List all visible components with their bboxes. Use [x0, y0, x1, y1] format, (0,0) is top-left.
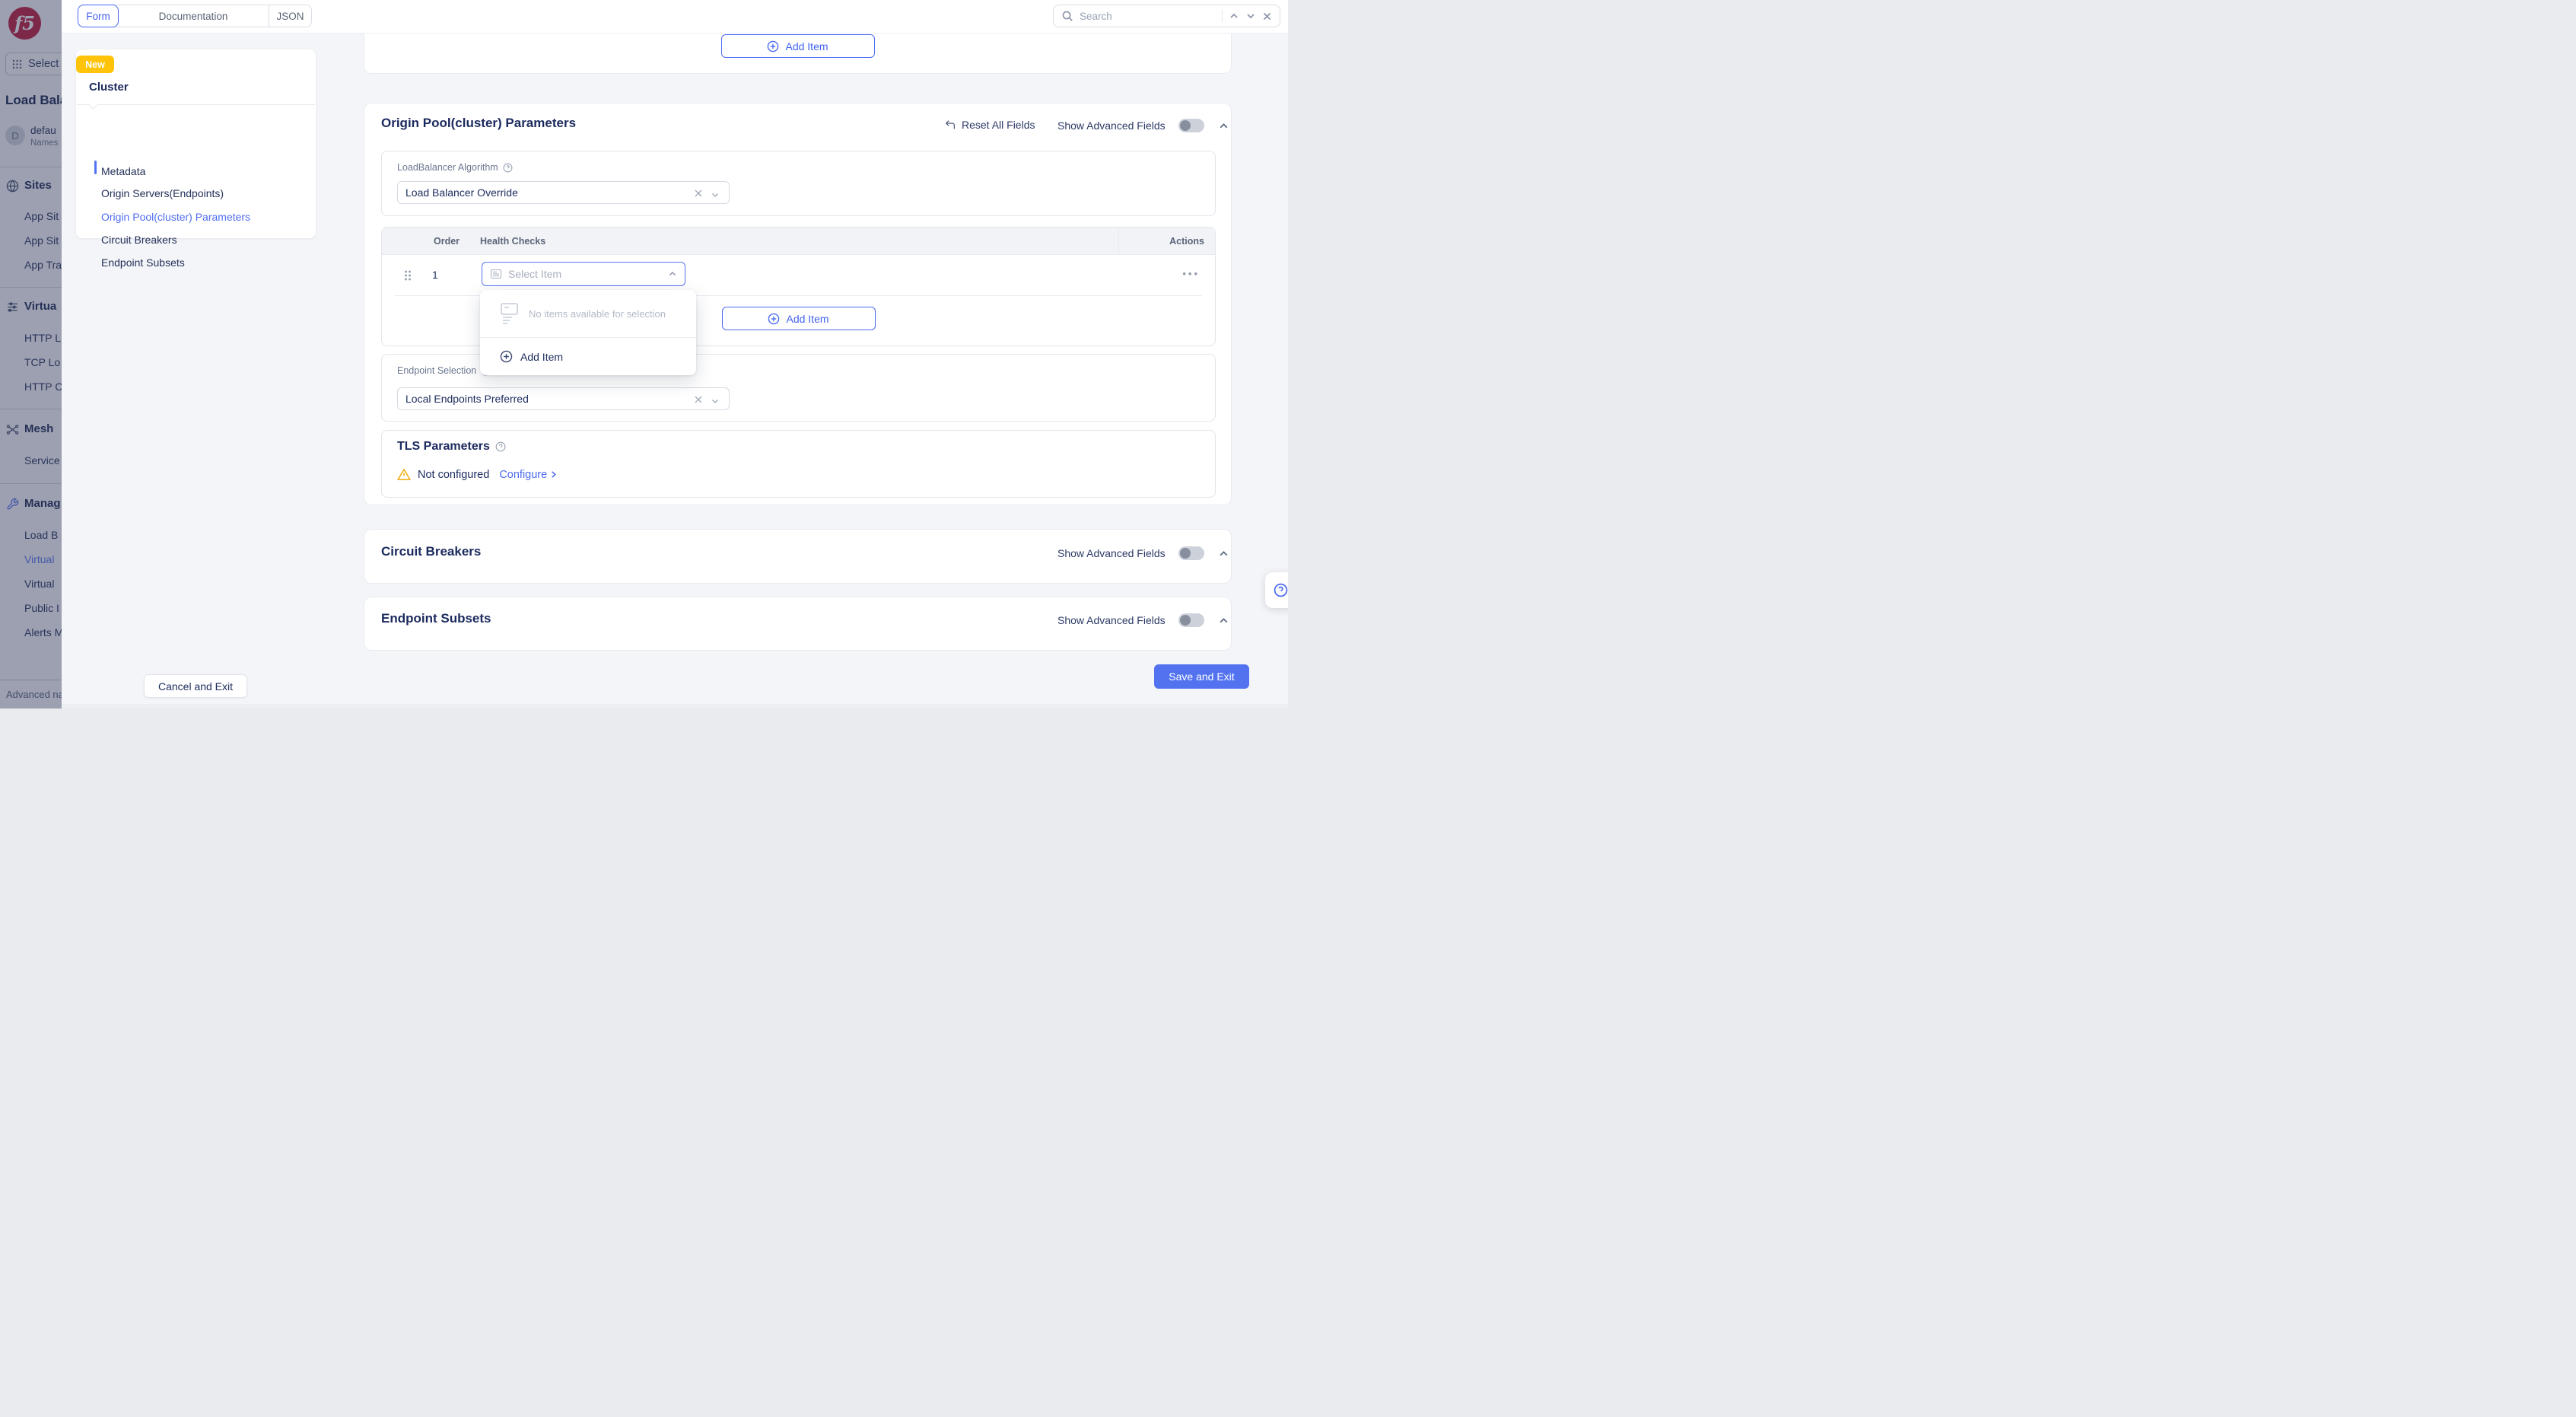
- show-advanced-label: Show Advanced Fields: [1057, 614, 1166, 626]
- tls-parameters-panel: TLS Parameters Not configured Configure: [381, 430, 1216, 498]
- show-advanced-label: Show Advanced Fields: [1057, 119, 1166, 132]
- table-header: Order Health Checks Actions: [382, 228, 1215, 255]
- dropdown-add-item[interactable]: Add Item: [480, 338, 696, 375]
- lb-algorithm-select[interactable]: Load Balancer Override: [397, 181, 730, 204]
- plus-circle-icon: [767, 40, 779, 53]
- collapse-section-icon[interactable]: [1218, 548, 1229, 563]
- endpoint-selection-value: Local Endpoints Preferred: [405, 393, 529, 405]
- add-item-label: Add Item: [785, 40, 828, 53]
- circuit-breakers-section: Circuit Breakers Show Advanced Fields: [364, 529, 1232, 584]
- help-fab[interactable]: [1265, 572, 1288, 608]
- divider: [77, 104, 315, 105]
- section-title: Circuit Breakers: [381, 544, 481, 559]
- bottom-strip: [0, 704, 1288, 708]
- endpoint-selection-label: Endpoint Selection: [397, 365, 476, 376]
- modal-overlay: [0, 0, 62, 708]
- new-badge: New: [76, 56, 114, 73]
- col-actions: Actions: [1169, 236, 1204, 247]
- configure-link[interactable]: Configure: [499, 469, 558, 481]
- chevron-right-icon: [549, 470, 558, 479]
- origin-servers-section: Add Item: [364, 33, 1232, 74]
- wizard-item-origin-servers[interactable]: Origin Servers(Endpoints): [101, 187, 224, 199]
- empty-list-icon: [500, 302, 520, 325]
- dropdown-empty-state: No items available for selection: [480, 290, 696, 337]
- wizard-item-endpoint-subsets[interactable]: Endpoint Subsets: [101, 256, 185, 269]
- chevron-up-icon[interactable]: [1229, 11, 1239, 21]
- wizard-item-metadata[interactable]: Metadata: [101, 165, 145, 177]
- top-bar: Form Documentation JSON: [62, 0, 1288, 33]
- app-root: Form Documentation JSON New Cluster: [0, 0, 1288, 708]
- lb-algorithm-panel: LoadBalancer Algorithm Load Balancer Ove…: [381, 151, 1216, 216]
- dropdown-empty-text: No items available for selection: [529, 308, 666, 320]
- close-icon[interactable]: [1262, 11, 1272, 21]
- show-advanced-label: Show Advanced Fields: [1057, 547, 1166, 559]
- endpoint-selection-select[interactable]: Local Endpoints Preferred: [397, 387, 730, 410]
- endpoint-subsets-section: Endpoint Subsets Show Advanced Fields: [364, 597, 1232, 651]
- tab-form[interactable]: Form: [78, 5, 119, 27]
- select-dropdown: No items available for selection Add Ite…: [480, 290, 696, 375]
- collapse-section-icon[interactable]: [1218, 615, 1229, 630]
- main-sidebar: f5 Select Load Bala D defau Names Sites …: [0, 0, 62, 708]
- tls-title: TLS Parameters: [397, 440, 490, 454]
- help-circle-icon[interactable]: [503, 163, 513, 173]
- warning-icon: [397, 468, 411, 481]
- lb-algorithm-label: LoadBalancer Algorithm: [397, 162, 498, 173]
- plus-circle-icon: [500, 350, 513, 363]
- reset-all-fields-button[interactable]: Reset All Fields: [944, 119, 1035, 131]
- clear-icon[interactable]: [694, 394, 703, 406]
- dropdown-add-item-label: Add Item: [520, 351, 563, 363]
- list-icon: [490, 268, 502, 280]
- show-advanced-toggle[interactable]: [1178, 546, 1204, 560]
- chevron-down-icon[interactable]: [711, 396, 720, 408]
- toggle-knob: [1180, 120, 1191, 131]
- view-tabs: Form Documentation JSON: [78, 5, 312, 27]
- add-item-label: Add Item: [786, 313, 828, 325]
- header-divider: [1118, 228, 1119, 254]
- section-title: Origin Pool(cluster) Parameters: [381, 116, 576, 131]
- clear-icon[interactable]: [694, 188, 703, 200]
- wizard-item-origin-pool-parameters[interactable]: Origin Pool(cluster) Parameters: [101, 211, 250, 223]
- row-actions-menu[interactable]: •••: [1182, 268, 1200, 279]
- tls-status-text: Not configured: [418, 469, 489, 481]
- chevron-down-icon[interactable]: [711, 189, 720, 202]
- section-title: Endpoint Subsets: [381, 611, 491, 626]
- drag-handle-icon[interactable]: [403, 269, 412, 285]
- tab-documentation[interactable]: Documentation: [118, 5, 269, 27]
- lb-algorithm-value: Load Balancer Override: [405, 186, 518, 199]
- tab-json[interactable]: JSON: [269, 5, 311, 27]
- add-item-button[interactable]: Add Item: [722, 307, 876, 330]
- collapse-section-icon[interactable]: [1218, 120, 1229, 135]
- origin-pool-section: Origin Pool(cluster) Parameters Reset Al…: [364, 103, 1232, 505]
- add-item-button[interactable]: Add Item: [721, 34, 875, 58]
- help-circle-icon[interactable]: [495, 441, 506, 452]
- health-check-select[interactable]: Select Item: [482, 262, 685, 286]
- find-divider: [1222, 10, 1223, 22]
- row-order-value: 1: [432, 269, 438, 281]
- show-advanced-toggle[interactable]: [1178, 119, 1204, 132]
- toggle-knob: [1180, 548, 1191, 559]
- chevron-down-icon[interactable]: [1245, 11, 1256, 21]
- search-icon: [1061, 10, 1073, 22]
- help-circle-icon: [1274, 583, 1288, 597]
- show-advanced-toggle[interactable]: [1178, 613, 1204, 627]
- toggle-knob: [1180, 615, 1191, 626]
- wizard-item-circuit-breakers[interactable]: Circuit Breakers: [101, 234, 177, 246]
- col-health-checks: Health Checks: [480, 236, 545, 247]
- undo-icon: [944, 119, 956, 131]
- configure-label: Configure: [499, 469, 547, 481]
- save-and-exit-button[interactable]: Save and Exit: [1154, 664, 1249, 689]
- plus-circle-icon: [768, 313, 780, 325]
- wizard-title: Cluster: [89, 81, 129, 94]
- select-placeholder: Select Item: [508, 268, 662, 280]
- reset-all-fields-label: Reset All Fields: [962, 119, 1035, 131]
- active-item-bar: [94, 161, 97, 174]
- search-input[interactable]: [1080, 11, 1216, 22]
- col-order: Order: [434, 236, 460, 247]
- wizard-nav-panel: New Cluster Metadata Origin Servers(Endp…: [76, 49, 316, 238]
- cancel-and-exit-button[interactable]: Cancel and Exit: [144, 674, 247, 698]
- chevron-up-icon: [668, 269, 677, 279]
- find-bar: [1053, 5, 1280, 27]
- divider-notch: [88, 100, 98, 110]
